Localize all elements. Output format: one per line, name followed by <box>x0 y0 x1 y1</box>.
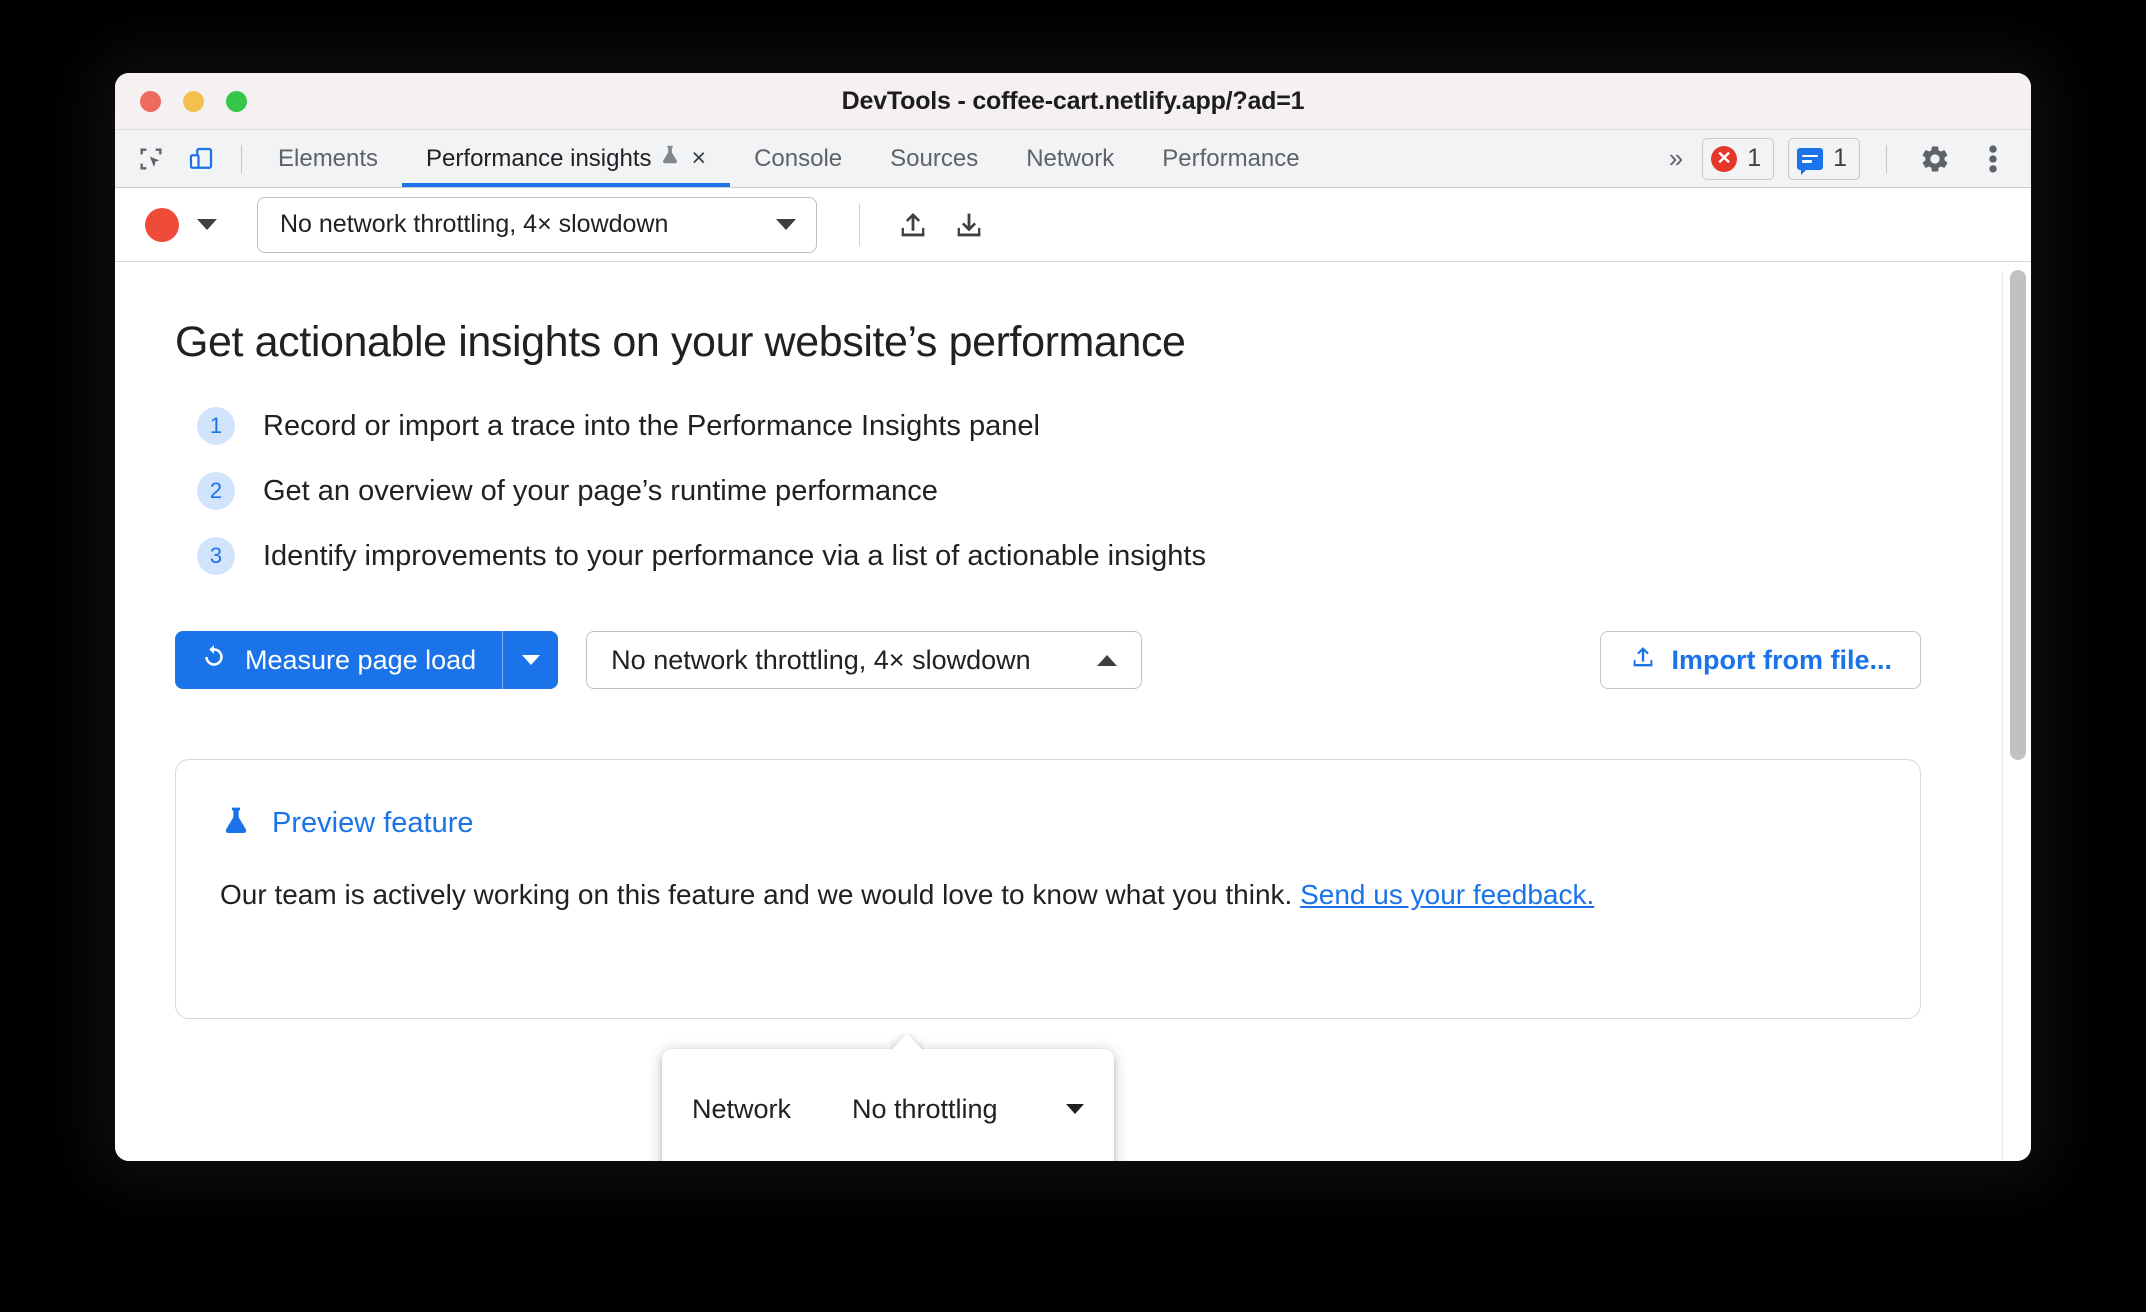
chevron-down-icon[interactable] <box>1066 1104 1084 1114</box>
panel-tabs: Elements Performance insights × Console … <box>254 130 1324 187</box>
popup-network-row[interactable]: Network No throttling <box>662 1073 1114 1145</box>
preview-card-text: Our team is actively working on this fea… <box>220 879 1301 910</box>
preview-card-body: Our team is actively working on this fea… <box>220 877 1780 913</box>
chevron-down-icon <box>776 219 796 230</box>
preview-card-header: Preview feature <box>220 804 1876 843</box>
message-count: 1 <box>1833 144 1847 172</box>
tab-label: Performance <box>1162 144 1300 172</box>
popup-network-label: Network <box>692 1093 792 1124</box>
tab-sources[interactable]: Sources <box>866 130 1002 187</box>
tab-label: Sources <box>890 144 979 172</box>
tabbar-tool-icons <box>115 137 254 181</box>
tab-console[interactable]: Console <box>730 130 866 187</box>
preview-card-title: Preview feature <box>272 807 474 839</box>
measure-button-label: Measure page load <box>245 644 477 675</box>
throttling-select[interactable]: No network throttling, 4× slowdown <box>586 631 1143 689</box>
scrollbar-thumb[interactable] <box>2010 270 2026 760</box>
list-item: 1 Record or import a trace into the Perf… <box>197 407 2031 445</box>
window-titlebar: DevTools - coffee-cart.netlify.app/?ad=1 <box>115 73 2031 130</box>
download-icon[interactable] <box>944 200 994 250</box>
upload-icon <box>1629 643 1657 678</box>
toolbar-throttling-select[interactable]: No network throttling, 4× slowdown <box>257 196 817 253</box>
list-item: 3 Identify improvements to your performa… <box>197 537 2031 575</box>
chevron-down-icon <box>521 655 540 665</box>
step-text: Identify improvements to your performanc… <box>263 539 1206 572</box>
measure-options-button[interactable] <box>502 631 559 689</box>
popup-network-value: No throttling <box>852 1093 998 1124</box>
popup-arrow <box>890 1033 924 1050</box>
chevron-up-icon <box>1097 654 1118 666</box>
record-button[interactable] <box>145 207 179 242</box>
tab-label: Elements <box>278 144 379 172</box>
error-count: 1 <box>1747 144 1762 172</box>
tab-performance[interactable]: Performance <box>1138 130 1323 187</box>
feedback-link[interactable]: Send us your feedback. <box>1300 879 1594 910</box>
import-from-file-button[interactable]: Import from file... <box>1600 631 1921 689</box>
import-button-label: Import from file... <box>1671 644 1892 675</box>
tabbar-divider <box>241 144 242 173</box>
measure-page-load-button[interactable]: Measure page load <box>175 631 503 689</box>
step-number: 3 <box>197 537 235 575</box>
popup-cpu-row[interactable]: CPU 4× slowdown <box>662 1145 1114 1161</box>
record-options-caret-icon[interactable] <box>185 203 229 247</box>
error-icon: ✕ <box>1711 145 1738 172</box>
landing-page: Get actionable insights on your website’… <box>115 262 2031 1019</box>
preview-feature-card: Preview feature Our team is actively wor… <box>175 759 1921 1019</box>
vertical-scrollbar[interactable] <box>2002 270 2026 1161</box>
action-row: Measure page load No network throttling,… <box>175 631 2031 689</box>
tab-label: Console <box>754 144 843 172</box>
tab-performance-insights[interactable]: Performance insights × <box>402 130 731 187</box>
list-item: 2 Get an overview of your page’s runtime… <box>197 472 2031 510</box>
screen: DevTools - coffee-cart.netlify.app/?ad=1 <box>0 0 2146 1312</box>
more-tabs-icon[interactable]: » <box>1661 143 1688 174</box>
flask-icon <box>659 143 681 174</box>
message-badge[interactable]: 1 <box>1788 137 1860 180</box>
throttling-select-value: No network throttling, 4× slowdown <box>611 644 1031 675</box>
close-tab-icon[interactable]: × <box>691 146 706 171</box>
page-title: Get actionable insights on your website’… <box>175 318 1186 366</box>
record-toolbar: No network throttling, 4× slowdown <box>115 188 2031 262</box>
tab-elements[interactable]: Elements <box>254 130 402 187</box>
tabbar-right-divider <box>1886 144 1887 173</box>
devtools-tabbar: Elements Performance insights × Console … <box>115 130 2031 188</box>
devtools-window: DevTools - coffee-cart.netlify.app/?ad=1 <box>115 73 2031 1161</box>
steps-list: 1 Record or import a trace into the Perf… <box>197 407 2031 575</box>
step-text: Get an overview of your page’s runtime p… <box>263 474 938 507</box>
step-number: 2 <box>197 472 235 510</box>
tab-network[interactable]: Network <box>1002 130 1138 187</box>
error-badge[interactable]: ✕ 1 <box>1702 137 1775 180</box>
gear-icon[interactable] <box>1913 137 1957 181</box>
step-text: Record or import a trace into the Perfor… <box>263 409 1040 442</box>
tabbar-right-controls: » ✕ 1 1 <box>1661 137 2031 181</box>
kebab-menu-icon[interactable] <box>1971 137 2015 181</box>
toolbar-throttling-value: No network throttling, 4× slowdown <box>280 210 669 238</box>
toolbar-divider <box>859 203 860 246</box>
flask-icon <box>220 804 252 843</box>
inspect-element-icon[interactable] <box>129 137 173 181</box>
step-number: 1 <box>197 407 235 445</box>
upload-icon[interactable] <box>888 200 938 250</box>
window-title: DevTools - coffee-cart.netlify.app/?ad=1 <box>841 87 1305 115</box>
message-icon <box>1797 147 1824 175</box>
insights-landing-content: Get actionable insights on your website’… <box>115 262 2031 1161</box>
device-toolbar-icon[interactable] <box>179 137 223 181</box>
refresh-icon <box>199 642 229 679</box>
tab-label: Network <box>1026 144 1115 172</box>
scrollbar-track <box>2002 270 2003 1161</box>
throttling-popup: Network No throttling CPU 4× slowdown D <box>662 1049 1114 1161</box>
tab-label: Performance insights <box>426 144 652 172</box>
